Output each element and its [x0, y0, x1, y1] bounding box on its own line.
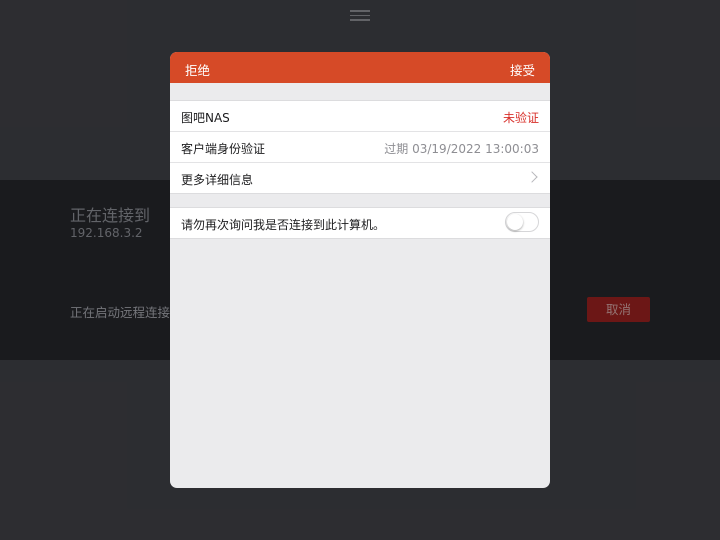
reject-button[interactable]: 拒绝 [185, 60, 210, 79]
chevron-right-icon [526, 171, 538, 183]
dialog-header: 拒绝 接受 [170, 52, 550, 83]
client-auth-expiry: 过期 03/19/2022 13:00:03 [384, 142, 539, 156]
toggle-knob [507, 214, 523, 230]
verification-status: 未验证 [502, 111, 539, 125]
server-name-row: 图吧NAS 未验证 [170, 101, 550, 131]
dont-ask-toggle[interactable] [505, 212, 539, 232]
more-details-row[interactable]: 更多详细信息 [170, 162, 550, 193]
server-name-label: 图吧NAS [181, 111, 230, 125]
client-auth-row: 客户端身份验证 过期 03/19/2022 13:00:03 [170, 131, 550, 162]
certificate-info-group: 图吧NAS 未验证 客户端身份验证 过期 03/19/2022 13:00:03… [170, 100, 550, 194]
preference-group: 请勿再次询问我是否连接到此计算机。 [170, 207, 550, 239]
dont-ask-row: 请勿再次询问我是否连接到此计算机。 [170, 208, 550, 238]
client-auth-label: 客户端身份验证 [181, 142, 266, 156]
accept-button[interactable]: 接受 [510, 60, 535, 79]
certificate-dialog: 拒绝 接受 图吧NAS 未验证 客户端身份验证 过期 03/19/2022 13… [170, 52, 550, 488]
more-details-label: 更多详细信息 [181, 173, 254, 187]
dont-ask-label: 请勿再次询问我是否连接到此计算机。 [181, 218, 386, 232]
